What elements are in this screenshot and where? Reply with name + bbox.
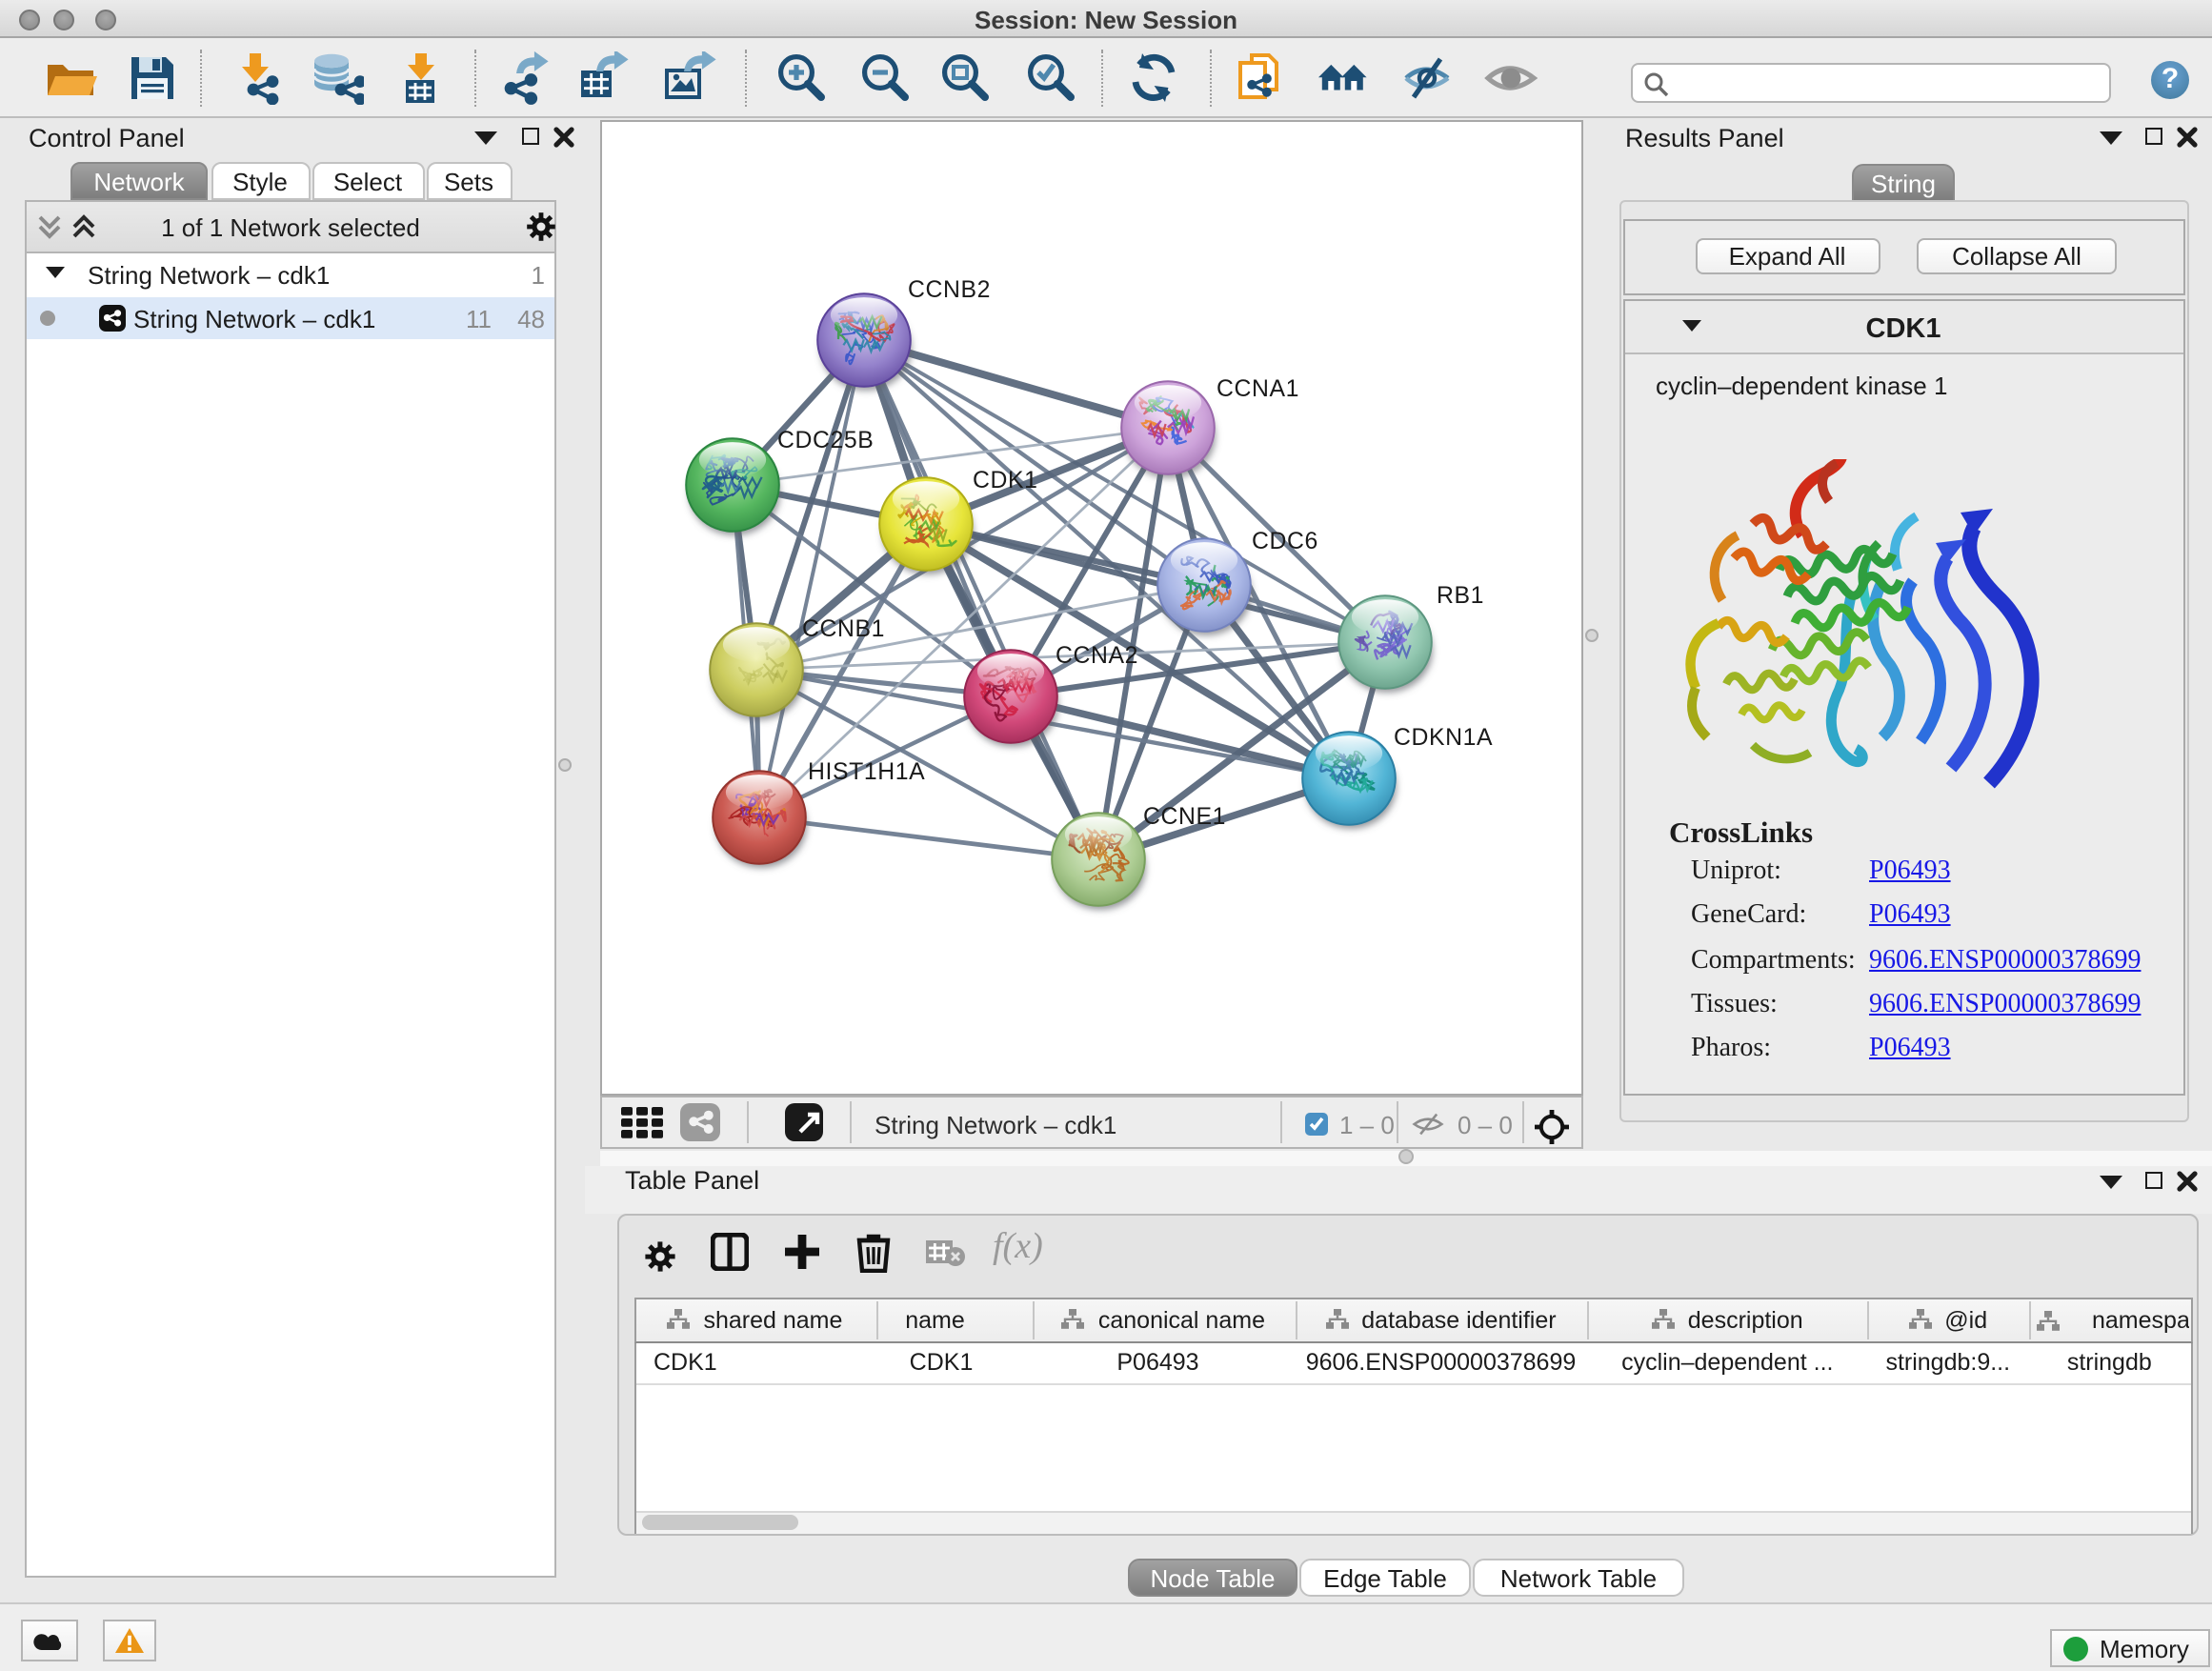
svg-text:CCNB2: CCNB2 xyxy=(907,277,990,303)
svg-text:CDK1: CDK1 xyxy=(972,468,1037,493)
svg-text:CCNB1: CCNB1 xyxy=(801,616,884,642)
svg-text:CCNE1: CCNE1 xyxy=(1142,804,1225,830)
svg-text:CCNA2: CCNA2 xyxy=(1055,643,1137,669)
svg-text:CDC25B: CDC25B xyxy=(776,428,873,453)
svg-text:CCNA1: CCNA1 xyxy=(1216,376,1298,402)
svg-text:RB1: RB1 xyxy=(1436,583,1483,609)
svg-text:CDKN1A: CDKN1A xyxy=(1393,725,1492,751)
svg-text:CDC6: CDC6 xyxy=(1251,529,1317,554)
svg-text:HIST1H1A: HIST1H1A xyxy=(807,759,924,785)
